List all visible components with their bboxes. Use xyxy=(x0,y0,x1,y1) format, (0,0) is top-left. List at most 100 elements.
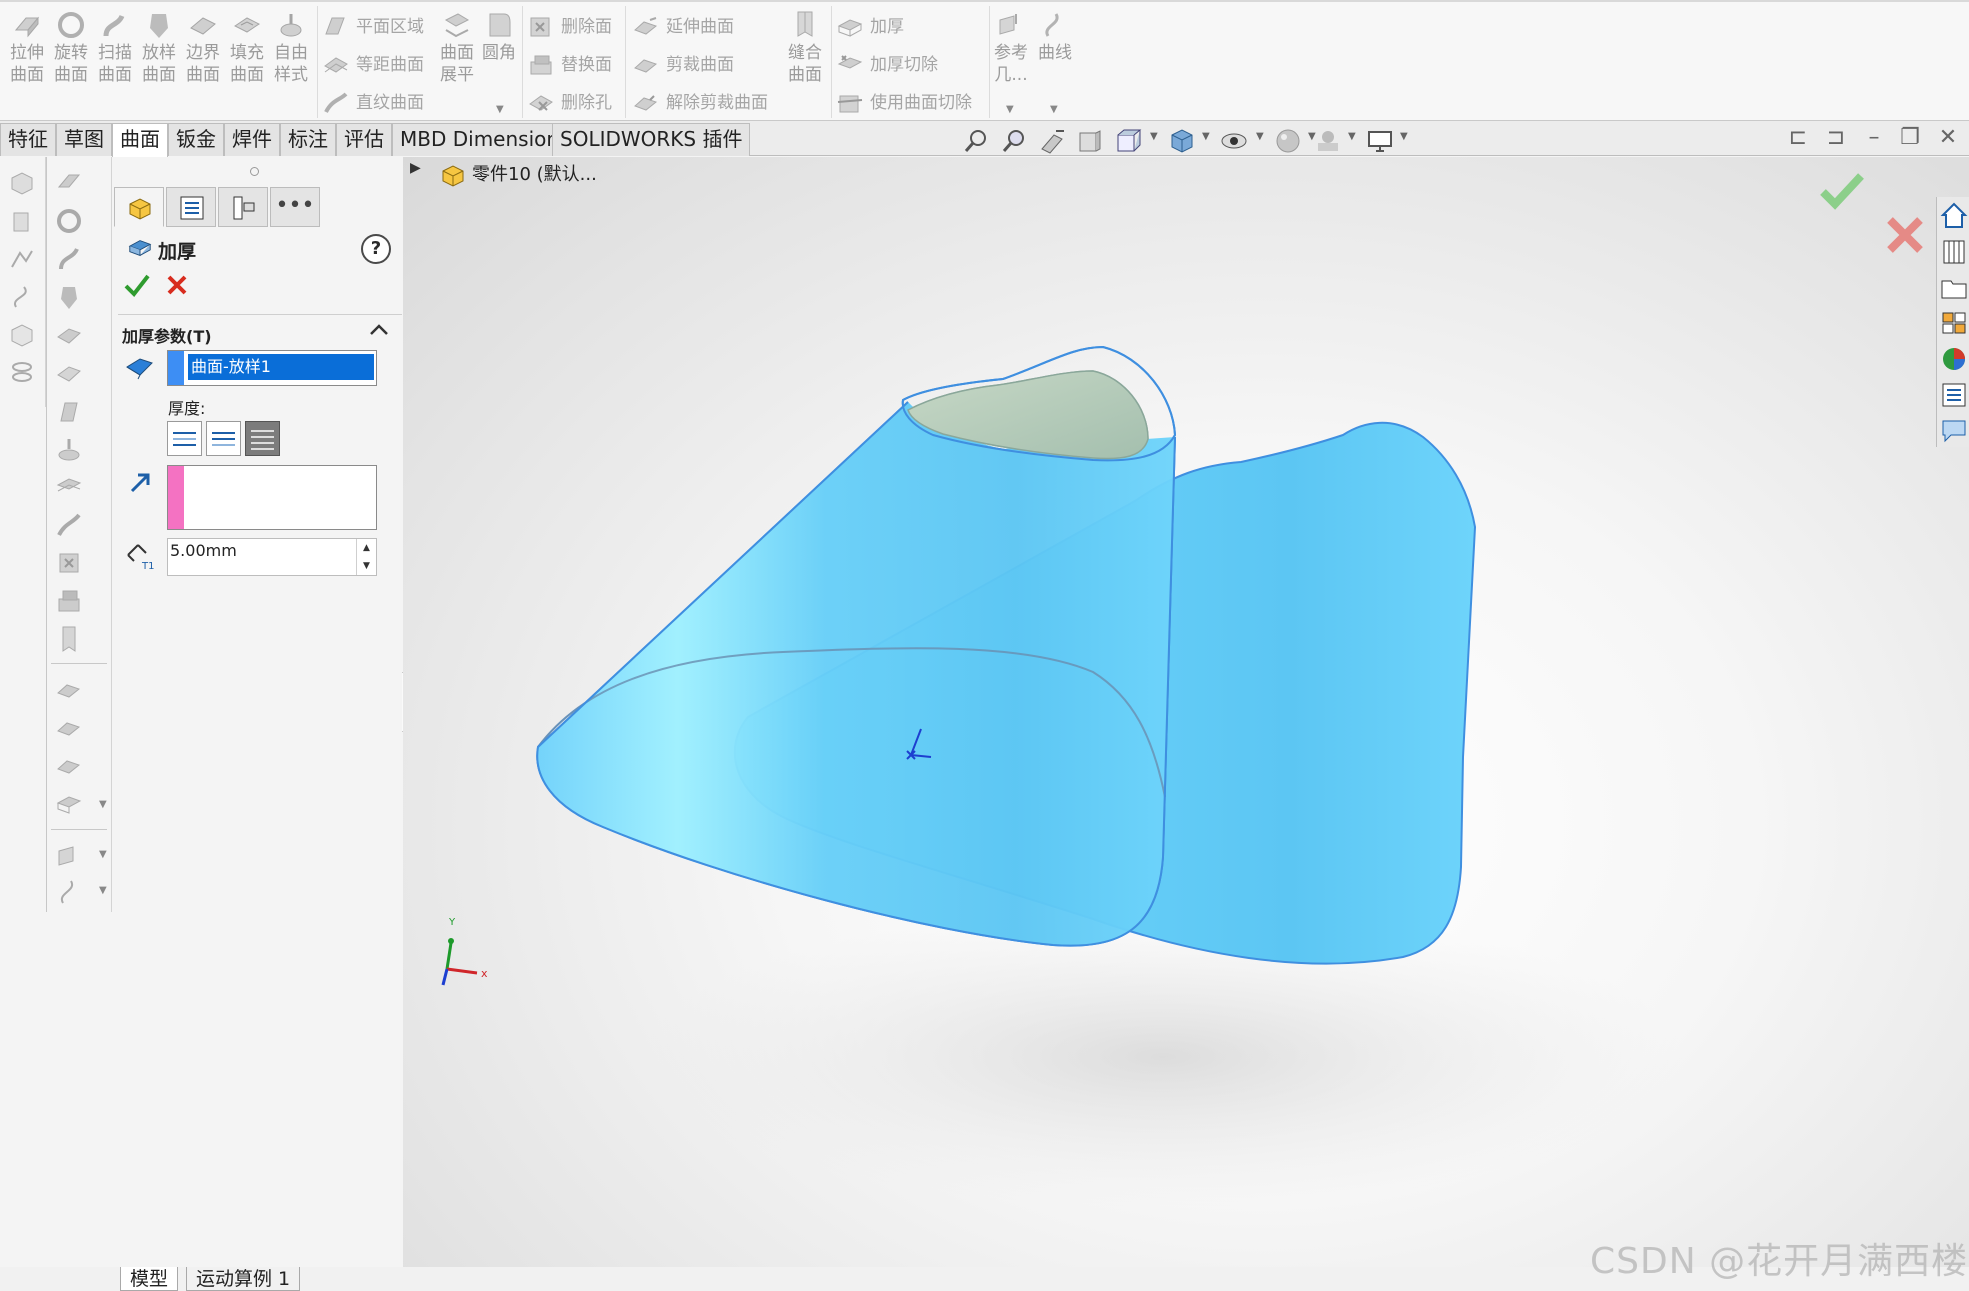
collapse-chevron-icon[interactable] xyxy=(366,317,392,343)
tree-expand-arrow-icon[interactable]: ▶ xyxy=(410,160,421,176)
thicken-button[interactable]: 加厚 xyxy=(836,12,904,42)
cut-with-surface-button[interactable]: 使用曲面切除 xyxy=(836,88,972,118)
trim-surface-icon[interactable] xyxy=(55,715,83,743)
feature-tree-part-node[interactable]: 零件10 (默认... xyxy=(440,160,597,187)
freeform-button[interactable]: 自由 样式 xyxy=(270,10,312,86)
thicken-cut-button[interactable]: 加厚切除 xyxy=(836,50,938,80)
view-settings-dropdown[interactable]: ▼ xyxy=(1400,131,1408,142)
reference-geometry-button[interactable]: 参考 几... xyxy=(990,10,1032,86)
planar-surface-icon[interactable] xyxy=(55,397,83,425)
minimize-icon[interactable]: – xyxy=(1860,125,1888,151)
tab-motion-study[interactable]: 运动算例 1 xyxy=(186,1267,301,1291)
tile-left-icon[interactable]: ⊏ xyxy=(1784,125,1812,151)
restore-icon[interactable]: ❐ xyxy=(1896,125,1924,151)
flatten-surface-button[interactable]: 曲面 展平 xyxy=(436,10,478,86)
swept-surface-icon[interactable] xyxy=(55,245,83,273)
filled-surface-icon[interactable] xyxy=(55,359,83,387)
design-library-icon[interactable] xyxy=(1939,235,1969,267)
reference-dropdown-arrow[interactable]: ▼ xyxy=(1006,104,1014,115)
apply-scene-icon[interactable] xyxy=(1314,127,1342,155)
confirm-ok-icon[interactable] xyxy=(1817,168,1867,212)
swept-surface-button[interactable]: 扫描 曲面 xyxy=(94,10,136,86)
surface-selection-box[interactable]: 曲面-放样1 xyxy=(167,350,377,386)
ruled-surface-icon[interactable] xyxy=(55,511,83,539)
tab-model[interactable]: 模型 xyxy=(120,1267,179,1291)
reference-geometry-icon[interactable] xyxy=(55,841,83,869)
reference-dropdown-arrow[interactable]: ▼ xyxy=(99,849,107,860)
tab-mbd-dimensions[interactable]: MBD Dimensions xyxy=(392,123,578,156)
offset-surface-button[interactable]: 等距曲面 xyxy=(322,50,424,80)
tab-configuration-manager[interactable] xyxy=(218,187,268,227)
tab-property-manager[interactable] xyxy=(166,187,216,227)
zoom-to-fit-icon[interactable] xyxy=(962,127,990,155)
display-style-icon[interactable] xyxy=(1168,127,1196,155)
sketch-icon[interactable] xyxy=(8,245,36,273)
revolved-surface-button[interactable]: 旋转 曲面 xyxy=(50,10,92,86)
planar-surface-button[interactable]: 平面区域 xyxy=(322,12,424,42)
view-palette-icon[interactable] xyxy=(1939,307,1969,339)
tab-more[interactable]: ••• xyxy=(270,187,320,227)
extruded-surface-icon[interactable] xyxy=(55,169,83,197)
tab-sheet-metal[interactable]: 钣金 xyxy=(168,123,224,156)
custom-properties-icon[interactable] xyxy=(1939,379,1969,411)
scene-dropdown[interactable]: ▼ xyxy=(1348,131,1356,142)
home-icon[interactable] xyxy=(1939,199,1969,231)
tab-feature-manager[interactable] xyxy=(114,187,164,227)
close-icon[interactable]: ✕ xyxy=(1934,125,1962,151)
hide-show-items-icon[interactable] xyxy=(1220,127,1248,155)
fillet-dropdown-arrow[interactable]: ▼ xyxy=(496,104,504,115)
view-orientation-dropdown[interactable]: ▼ xyxy=(1150,131,1158,142)
tab-sketch[interactable]: 草图 xyxy=(56,123,112,156)
untrim-surface-button[interactable]: 解除剪裁曲面 xyxy=(632,88,768,118)
curves-dropdown-arrow[interactable]: ▼ xyxy=(99,885,107,896)
tile-right-icon[interactable]: ⊐ xyxy=(1822,125,1850,151)
helix-icon[interactable] xyxy=(8,359,36,387)
section-view-icon[interactable] xyxy=(1076,127,1104,155)
curves-icon[interactable] xyxy=(55,877,83,905)
view-settings-icon[interactable] xyxy=(1366,127,1394,155)
hide-show-dropdown[interactable]: ▼ xyxy=(1256,131,1264,142)
display-style-dropdown[interactable]: ▼ xyxy=(1202,131,1210,142)
lofted-surface-icon[interactable] xyxy=(55,283,83,311)
appearances-icon[interactable] xyxy=(1939,343,1969,375)
file-explorer-icon[interactable] xyxy=(1939,271,1969,303)
extruded-surface-button[interactable]: 拉伸 曲面 xyxy=(6,10,48,86)
help-icon[interactable]: ? xyxy=(361,234,391,264)
replace-face-icon[interactable] xyxy=(55,587,83,615)
lofted-surface-button[interactable]: 放样 曲面 xyxy=(138,10,180,86)
offset-surface-icon[interactable] xyxy=(55,473,83,501)
spin-down-icon[interactable]: ▼ xyxy=(357,557,376,575)
fillet-button[interactable]: 圆角 xyxy=(478,10,520,64)
edit-appearance-icon[interactable] xyxy=(1274,127,1302,155)
filled-surface-button[interactable]: 填充 曲面 xyxy=(226,10,268,86)
forum-icon[interactable] xyxy=(1939,415,1969,447)
revolved-surface-icon[interactable] xyxy=(55,207,83,235)
replace-face-button[interactable]: 替换面 xyxy=(527,50,612,80)
delete-face-icon[interactable] xyxy=(55,549,83,577)
knit-surface-icon[interactable] xyxy=(55,625,83,653)
thicken-icon[interactable] xyxy=(55,791,83,819)
curve-icon[interactable] xyxy=(8,283,36,311)
confirm-cancel-icon[interactable] xyxy=(1882,212,1928,258)
spin-up-icon[interactable]: ▲ xyxy=(357,539,376,557)
tab-evaluate[interactable]: 评估 xyxy=(336,123,392,156)
direction-selection-box[interactable] xyxy=(167,465,377,530)
box-icon[interactable] xyxy=(8,169,36,197)
boundary-surface-button[interactable]: 边界 曲面 xyxy=(182,10,224,86)
previous-view-icon[interactable] xyxy=(1038,127,1066,155)
ok-checkmark-icon[interactable] xyxy=(122,270,152,300)
curves-button[interactable]: 曲线 xyxy=(1034,10,1076,64)
ruled-surface-button[interactable]: 直纹曲面 xyxy=(322,88,424,118)
thickened-loft-model[interactable] xyxy=(403,157,1969,1267)
freeform-icon[interactable] xyxy=(55,435,83,463)
tab-surfaces[interactable]: 曲面 xyxy=(112,123,168,157)
thicken-side1-button[interactable] xyxy=(167,421,202,456)
knit-surface-button[interactable]: 缝合 曲面 xyxy=(784,10,826,86)
delete-face-button[interactable]: 删除面 xyxy=(527,12,612,42)
extrude-icon[interactable] xyxy=(8,207,36,235)
thickness-spinner[interactable]: ▲ ▼ xyxy=(356,539,376,575)
extend-surface-icon[interactable] xyxy=(55,677,83,705)
view-orientation-icon[interactable] xyxy=(1114,127,1142,155)
zoom-to-area-icon[interactable] xyxy=(1000,127,1028,155)
thicken-dropdown-arrow[interactable]: ▼ xyxy=(99,799,107,810)
